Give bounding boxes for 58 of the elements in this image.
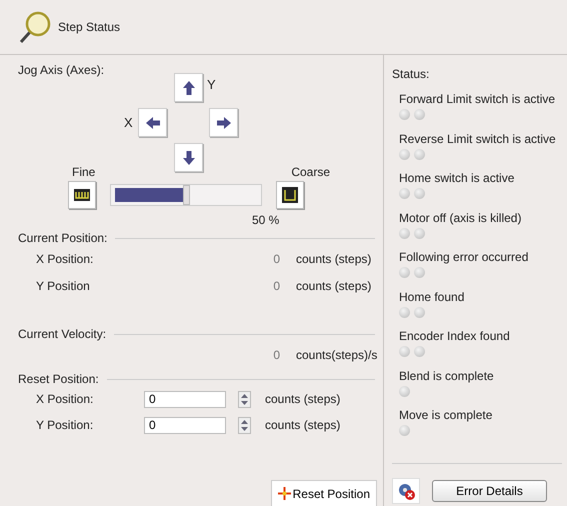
- crosshair-icon: [278, 487, 291, 500]
- field-label: Y Position: [36, 278, 91, 292]
- spin-button[interactable]: [238, 416, 251, 434]
- down-caret-icon: [241, 426, 248, 430]
- unit-label: counts (steps): [296, 278, 372, 292]
- status-label: Reverse Limit switch is active: [399, 132, 557, 146]
- fine-button[interactable]: [68, 181, 96, 209]
- axis-label: Y: [207, 77, 216, 92]
- jog-left-button[interactable]: [138, 108, 167, 137]
- status-label: Encoder Index found: [399, 329, 511, 343]
- status-label: Forward Limit switch is active: [399, 92, 556, 106]
- speed-reading: 50 %: [252, 213, 280, 227]
- input-field[interactable]: 0: [144, 390, 226, 408]
- left-arrow-icon: [146, 116, 160, 128]
- status-label: Home switch is active: [399, 171, 516, 185]
- magnifier-icon: [18, 10, 52, 44]
- position-value: 0: [272, 252, 280, 266]
- status-label: Home found: [399, 290, 466, 304]
- section-label: Current Position:: [18, 231, 108, 245]
- jog-right-button[interactable]: [209, 108, 238, 137]
- reset-position-button[interactable]: Reset Position: [270, 480, 377, 506]
- error-details-button[interactable]: Error Details: [432, 480, 547, 502]
- axis-label: X: [124, 115, 133, 130]
- down-caret-icon: [241, 400, 248, 404]
- speed-slider[interactable]: [110, 184, 262, 206]
- coarse-label: Coarse: [291, 165, 330, 179]
- fine-label: Fine: [72, 165, 96, 179]
- square-wave-icon: [282, 187, 298, 203]
- position-value: 0: [272, 278, 280, 292]
- status-label: Following error occurred: [399, 250, 530, 264]
- up-caret-icon: [241, 394, 248, 398]
- unit-label: counts (steps): [265, 392, 340, 406]
- right-arrow-icon: [216, 116, 230, 128]
- spin-button[interactable]: [238, 390, 251, 408]
- comb-icon: [74, 189, 90, 201]
- section-label: Reset Position:: [18, 372, 99, 386]
- section-label: Status:: [392, 67, 430, 81]
- unit-label: counts (steps): [296, 252, 372, 266]
- unit-label: counts (steps): [265, 418, 340, 432]
- down-arrow-icon: [182, 150, 194, 164]
- section-label: Current Velocity:: [18, 327, 106, 341]
- field-label: Y Position:: [36, 418, 94, 432]
- status-label: Motor off (axis is killed): [399, 210, 522, 224]
- jog-down-button[interactable]: [174, 143, 203, 172]
- section-label: Jog Axis (Axes):: [18, 63, 104, 77]
- error-icon-button[interactable]: [392, 478, 420, 504]
- field-label: X Position:: [36, 392, 94, 406]
- field-label: X Position:: [36, 252, 94, 266]
- up-caret-icon: [241, 420, 248, 424]
- jog-up-button[interactable]: [174, 73, 203, 102]
- up-arrow-icon: [182, 80, 194, 94]
- unit-label: counts(steps)/s: [296, 348, 378, 362]
- coarse-button[interactable]: [276, 181, 304, 209]
- velocity-value: 0: [272, 348, 280, 362]
- status-label: Move is complete: [399, 408, 494, 422]
- window-title: Step Status: [58, 20, 120, 34]
- status-label: Blend is complete: [399, 368, 495, 382]
- input-field[interactable]: 0: [144, 416, 226, 434]
